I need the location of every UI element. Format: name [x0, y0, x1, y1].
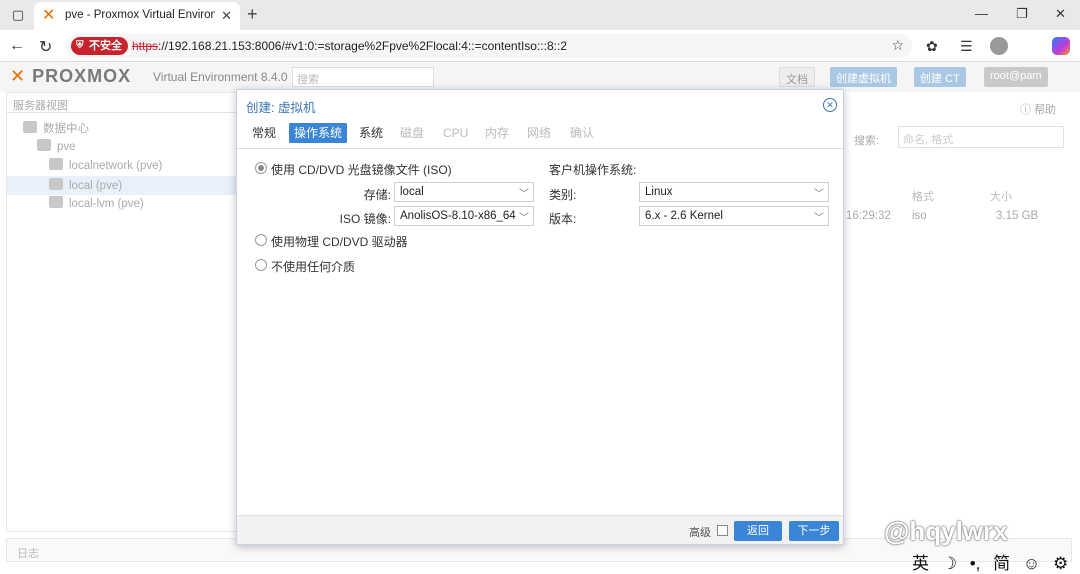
- tab-close-icon[interactable]: ✕: [221, 8, 232, 24]
- tab-cpu: CPU: [443, 126, 469, 140]
- chevron-down-icon: ﹀: [814, 213, 824, 224]
- search-label: 搜索:: [854, 135, 880, 147]
- storage-icon: [49, 196, 63, 208]
- docs-button[interactable]: 文档: [779, 67, 815, 87]
- copilot-icon[interactable]: [1052, 37, 1070, 55]
- punctuation-icon[interactable]: •,: [970, 554, 981, 573]
- tab-network: 网络: [527, 126, 552, 140]
- create-ct-button[interactable]: 创建 CT: [914, 67, 966, 87]
- url-text: https://192.168.21.153:8006/#v1:0:=stora…: [132, 39, 567, 53]
- advanced-checkbox[interactable]: [717, 525, 728, 536]
- tree-item-local-lvm[interactable]: local-lvm (pve): [49, 196, 144, 210]
- os-version-select[interactable]: 6.x - 2.6 Kernel ﹀: [639, 206, 829, 226]
- iso-image-label: ISO 镜像:: [339, 212, 391, 226]
- datacenter-icon: [23, 121, 37, 133]
- tree-item-pve[interactable]: pve: [37, 139, 76, 153]
- chevron-down-icon: ﹀: [814, 189, 824, 200]
- tree-item-datacenter[interactable]: 数据中心: [23, 120, 89, 136]
- url-path: ://192.168.21.153:8006/#v1:0:=storage%2F…: [158, 39, 567, 53]
- use-physical-label[interactable]: 使用物理 CD/DVD 驱动器: [271, 233, 408, 250]
- column-format[interactable]: 格式: [912, 188, 934, 204]
- use-physical-radio[interactable]: [255, 234, 267, 246]
- tree-view-select[interactable]: 服务器视图: [7, 93, 237, 113]
- os-type-label: 类别:: [549, 188, 577, 202]
- shield-icon: ⛨: [76, 40, 84, 51]
- next-button[interactable]: 下一步: [789, 521, 839, 541]
- back-icon[interactable]: ←: [9, 37, 25, 55]
- guest-os-heading: 客户机操作系统:: [549, 163, 637, 177]
- no-media-radio[interactable]: [255, 259, 267, 271]
- pve-version: Virtual Environment 8.4.0: [153, 70, 288, 84]
- emoji-icon[interactable]: ☺: [1023, 554, 1040, 573]
- tab-confirm: 确认: [570, 126, 595, 140]
- node-icon: [37, 139, 51, 151]
- tab-general[interactable]: 常规: [252, 123, 276, 143]
- log-label: 日志: [17, 548, 39, 560]
- advanced-label: 高级: [689, 527, 711, 539]
- row-format: iso: [912, 210, 927, 222]
- dialog-title: 创建: 虚拟机: [246, 101, 316, 115]
- window-close-icon[interactable]: ✕: [1055, 6, 1066, 22]
- tab-system[interactable]: 系统: [359, 123, 383, 143]
- insecure-badge[interactable]: ⛨ 不安全: [71, 37, 128, 55]
- settings-gear-icon[interactable]: ⚙: [1053, 554, 1068, 573]
- url-protocol: https: [132, 39, 159, 53]
- watermark: @hqylwrx: [884, 516, 1008, 546]
- tab-title: pve - Proxmox Virtual Environment: [65, 9, 215, 21]
- tree-item-local[interactable]: local (pve): [7, 176, 237, 195]
- profile-avatar[interactable]: [990, 37, 1008, 55]
- reload-icon[interactable]: ↻: [39, 37, 52, 57]
- pve-search-input[interactable]: 搜索: [292, 67, 434, 87]
- browser-tab[interactable]: ✕ pve - Proxmox Virtual Environment ✕: [34, 2, 240, 30]
- address-bar: ← ↻ ⛨ 不安全 https://192.168.21.153:8006/#v…: [0, 30, 1080, 62]
- storage-label: 存储:: [363, 188, 391, 202]
- dialog-body: 使用 CD/DVD 光盘镜像文件 (ISO) 存储: local ﹀ ISO 镜像…: [237, 148, 843, 514]
- resource-tree: 服务器视图 数据中心 pve localnetwork (pve) local …: [6, 92, 238, 532]
- favorites-icon[interactable]: ☰: [960, 38, 973, 55]
- create-vm-button[interactable]: 创建虚拟机: [830, 67, 897, 87]
- restore-icon[interactable]: ❐: [1016, 6, 1028, 22]
- moon-icon[interactable]: ☽: [942, 554, 957, 573]
- pve-header: ✕ PROXMOX Virtual Environment 8.4.0 搜索 文…: [0, 62, 1080, 92]
- content-search-input[interactable]: 命名, 格式: [898, 126, 1064, 148]
- create-vm-dialog: 创建: 虚拟机 ✕ 常规 操作系统 系统 磁盘 CPU 内存 网络 确认 使用 …: [236, 89, 844, 545]
- tab-disks: 磁盘: [400, 126, 425, 140]
- iso-image-select[interactable]: AnolisOS-8.10-x86_64 ﹀: [394, 206, 534, 226]
- use-iso-label[interactable]: 使用 CD/DVD 光盘镜像文件 (ISO): [271, 161, 452, 178]
- user-menu-button[interactable]: root@pam: [984, 67, 1048, 87]
- tab-actions-icon[interactable]: ▢: [10, 7, 26, 23]
- proxmox-favicon-icon: ✕: [42, 7, 56, 24]
- use-iso-radio[interactable]: [255, 162, 267, 174]
- network-icon: [49, 158, 63, 170]
- help-button[interactable]: ⓘ 帮助: [1020, 101, 1056, 117]
- tab-memory: 内存: [485, 126, 510, 140]
- favorite-star-icon[interactable]: ☆: [891, 37, 904, 54]
- tree-item-localnetwork[interactable]: localnetwork (pve): [49, 158, 162, 172]
- back-button[interactable]: 返回: [734, 521, 782, 541]
- tab-os[interactable]: 操作系统: [289, 123, 348, 143]
- minimize-icon[interactable]: —: [975, 6, 988, 21]
- dialog-close-icon[interactable]: ✕: [823, 98, 837, 112]
- new-tab-icon[interactable]: +: [247, 4, 258, 25]
- storage-icon: [49, 178, 63, 190]
- ime-simplified[interactable]: 简: [993, 554, 1010, 573]
- insecure-label: 不安全: [89, 40, 122, 52]
- ime-toolbar: 英 ☽ •, 简 ☺ ⚙: [912, 549, 1076, 574]
- storage-select[interactable]: local ﹀: [394, 182, 534, 202]
- no-media-label[interactable]: 不使用任何介质: [271, 258, 355, 275]
- browser-tab-bar: ▢ ✕ pve - Proxmox Virtual Environment ✕ …: [0, 0, 1080, 30]
- chevron-down-icon: ﹀: [519, 213, 529, 224]
- content-pane: ⓘ 帮助 搜索: 命名, 格式 格式 大小 16:29:32 iso 3.15 …: [842, 92, 1074, 532]
- proxmox-logo: ✕ PROXMOX: [10, 66, 132, 86]
- url-field[interactable]: ⛨ 不安全 https://192.168.21.153:8006/#v1:0:…: [66, 34, 912, 58]
- dialog-footer: 高级 返回 下一步: [237, 515, 843, 544]
- row-size: 3.15 GB: [996, 210, 1039, 222]
- extensions-icon[interactable]: ✿: [926, 38, 938, 55]
- os-version-label: 版本:: [549, 212, 577, 226]
- ime-language[interactable]: 英: [912, 554, 929, 573]
- chevron-down-icon: ﹀: [519, 189, 529, 200]
- os-type-select[interactable]: Linux ﹀: [639, 182, 829, 202]
- column-size[interactable]: 大小: [990, 188, 1012, 204]
- row-date: 16:29:32: [846, 210, 891, 222]
